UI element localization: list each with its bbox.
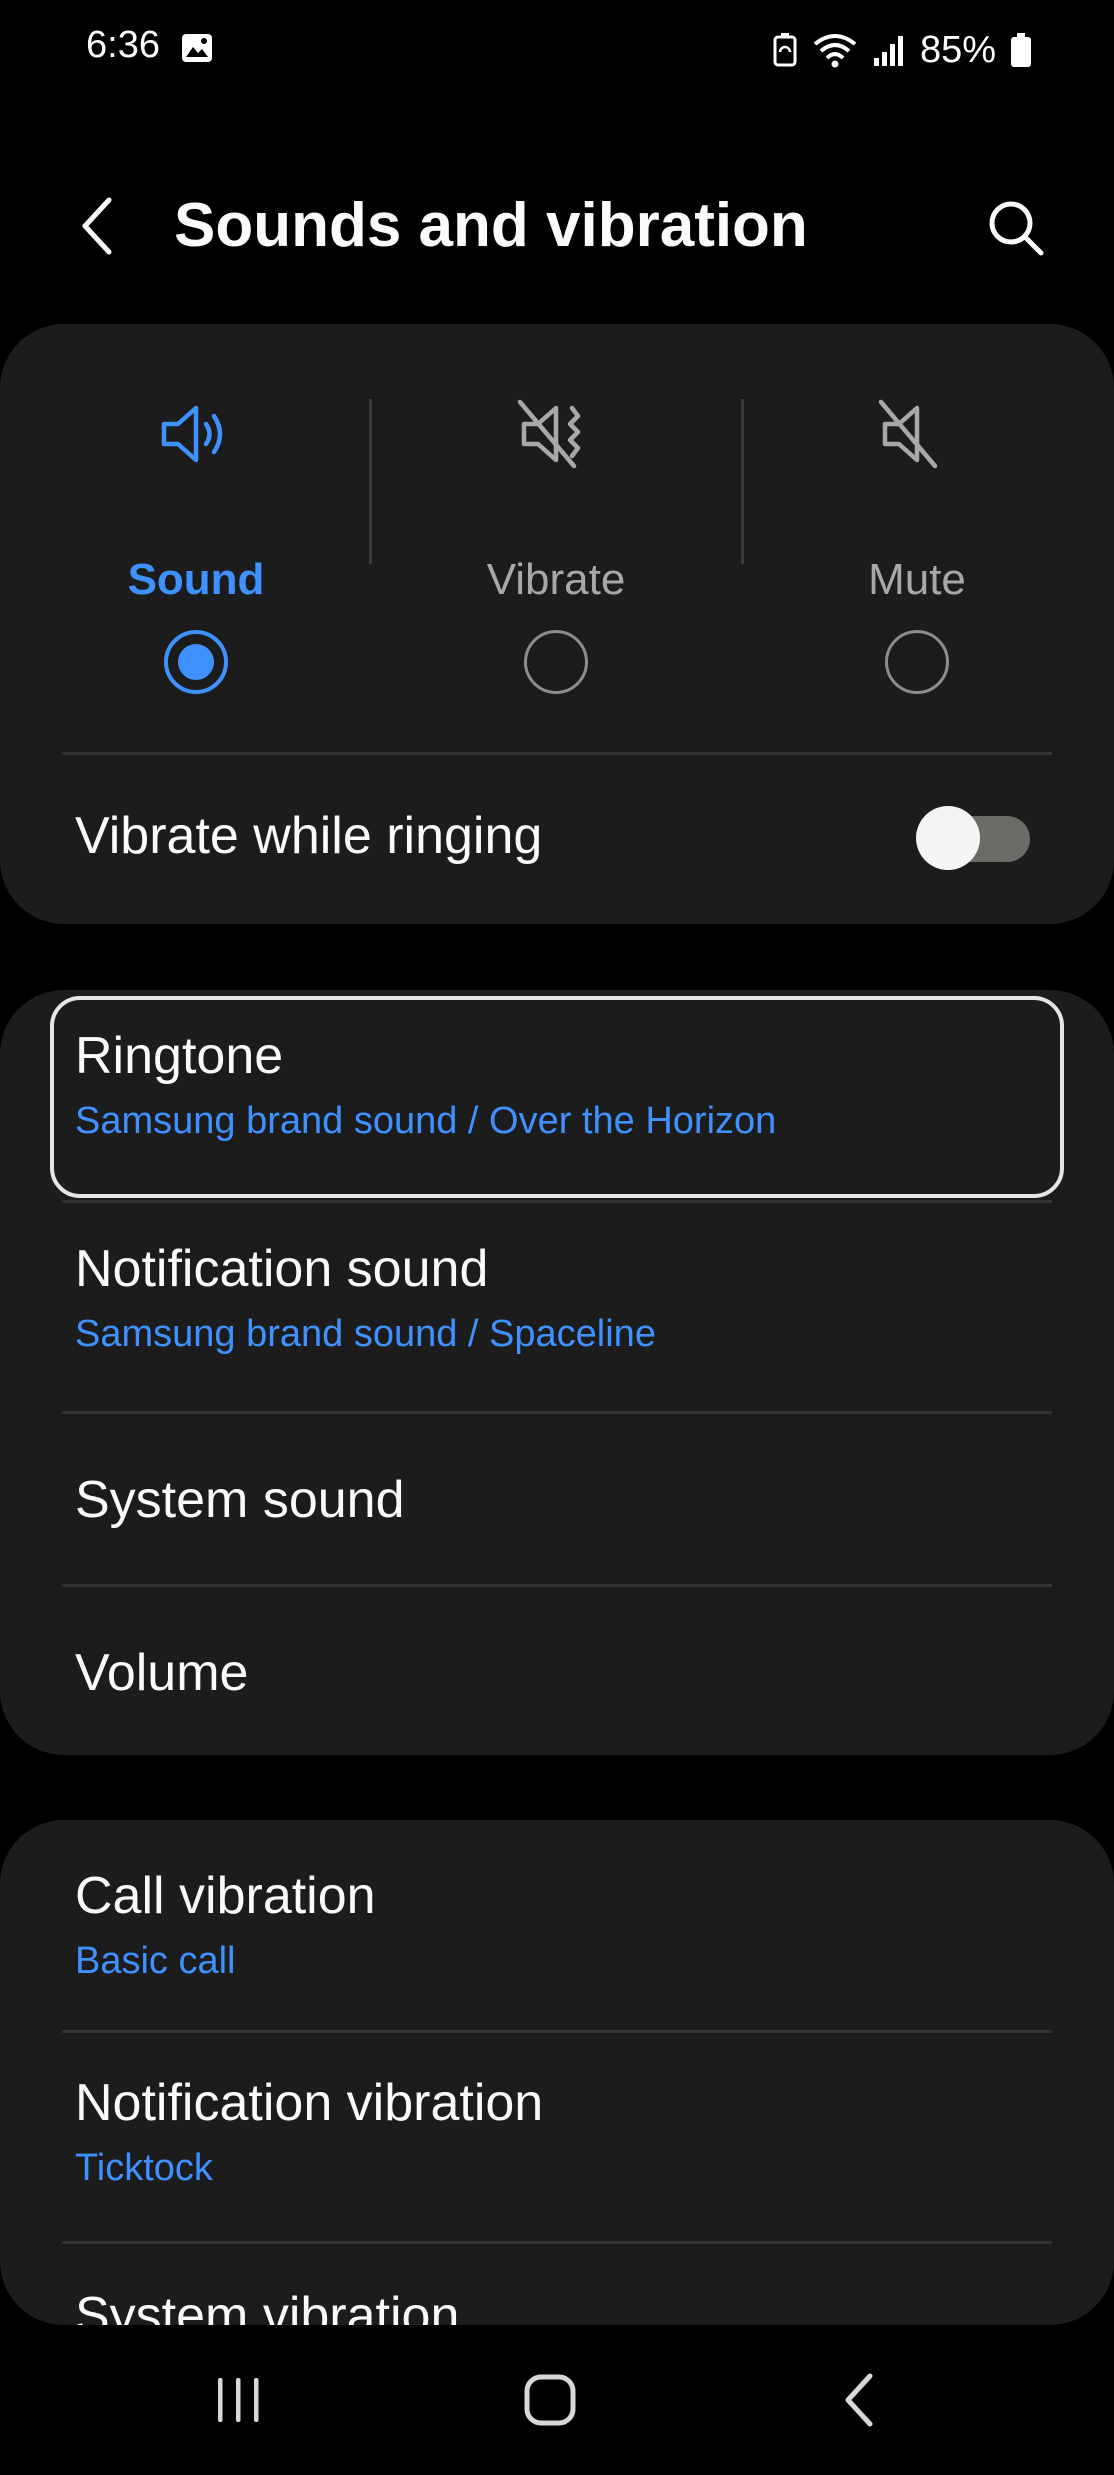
battery-percent: 85% [919, 28, 996, 71]
system-vibration-title: System vibration [75, 2287, 460, 2325]
sound-settings-card: Ringtone Samsung brand sound / Over the … [0, 990, 1114, 1755]
home-icon [524, 2374, 576, 2426]
back-arrow-icon [82, 197, 112, 255]
radio-mute[interactable] [885, 630, 949, 694]
status-icons: 85% [772, 24, 1032, 76]
divider [62, 752, 1052, 755]
page-title: Sounds and vibration [174, 191, 808, 260]
wifi-icon [813, 34, 857, 68]
vibrate-while-ringing-toggle[interactable] [916, 806, 1032, 870]
mode-option-mute[interactable]: Mute [737, 394, 1097, 694]
ringtone-subtitle: Samsung brand sound / Over the Horizon [75, 1100, 777, 1142]
recent-apps-icon [218, 2378, 259, 2422]
call-vibration-title: Call vibration [75, 1867, 376, 1925]
battery-icon [1011, 33, 1031, 67]
sound-mode-card: Sound Vibrate Mute Vibrate while ringing [0, 324, 1114, 924]
toggle-thumb [916, 806, 980, 870]
vibration-settings-card: Call vibration Basic call Notification v… [0, 1820, 1114, 2325]
mode-option-vibrate[interactable]: Vibrate [376, 394, 736, 694]
mode-label-sound: Sound [127, 555, 265, 604]
speaker-mute-icon [878, 399, 938, 469]
system-sound-row[interactable]: System sound [0, 1414, 1114, 1584]
back-button[interactable] [62, 186, 132, 266]
volume-row[interactable]: Volume [0, 1587, 1114, 1755]
status-bar: 6:36 85% [0, 0, 1114, 100]
ringtone-title: Ringtone [75, 1027, 284, 1085]
nav-back-button[interactable] [802, 2355, 922, 2445]
call-vibration-subtitle: Basic call [75, 1940, 236, 1982]
speaker-on-icon [161, 405, 223, 463]
mode-divider [369, 399, 372, 564]
search-button[interactable] [976, 188, 1056, 268]
home-button[interactable] [490, 2355, 610, 2445]
mode-label-vibrate: Vibrate [486, 555, 626, 604]
volume-title: Volume [75, 1644, 249, 1702]
radio-vibrate[interactable] [524, 630, 588, 694]
radio-sound[interactable] [164, 630, 228, 694]
back-icon [845, 2373, 873, 2427]
search-icon [989, 201, 1044, 256]
gallery-icon [182, 34, 212, 62]
status-time: 6:36 [86, 24, 160, 66]
notification-vibration-title: Notification vibration [75, 2074, 544, 2132]
recent-apps-button[interactable] [178, 2355, 298, 2445]
vibrate-icon [517, 399, 581, 469]
call-vibration-row[interactable]: Call vibration Basic call [0, 1820, 1114, 2030]
vibrate-while-ringing-label: Vibrate while ringing [75, 807, 543, 865]
notification-vibration-subtitle: Ticktock [75, 2147, 213, 2189]
notification-sound-title: Notification sound [75, 1240, 489, 1298]
notification-vibration-row[interactable]: Notification vibration Ticktock [0, 2033, 1114, 2241]
battery-saver-icon [773, 33, 797, 67]
mode-label-mute: Mute [868, 555, 966, 604]
ringtone-row[interactable]: Ringtone Samsung brand sound / Over the … [50, 996, 1064, 1198]
system-vibration-row[interactable]: System vibration [0, 2244, 1114, 2325]
notification-sound-subtitle: Samsung brand sound / Spaceline [75, 1313, 656, 1355]
mode-option-sound[interactable]: Sound [16, 394, 376, 694]
system-sound-title: System sound [75, 1471, 405, 1529]
signal-icon [873, 36, 903, 66]
notification-sound-row[interactable]: Notification sound Samsung brand sound /… [0, 1203, 1114, 1401]
sounds-and-vibration-screen: 6:36 85% Sounds and vibration Sound Vibr… [0, 0, 1114, 2475]
navigation-bar [0, 2325, 1114, 2475]
